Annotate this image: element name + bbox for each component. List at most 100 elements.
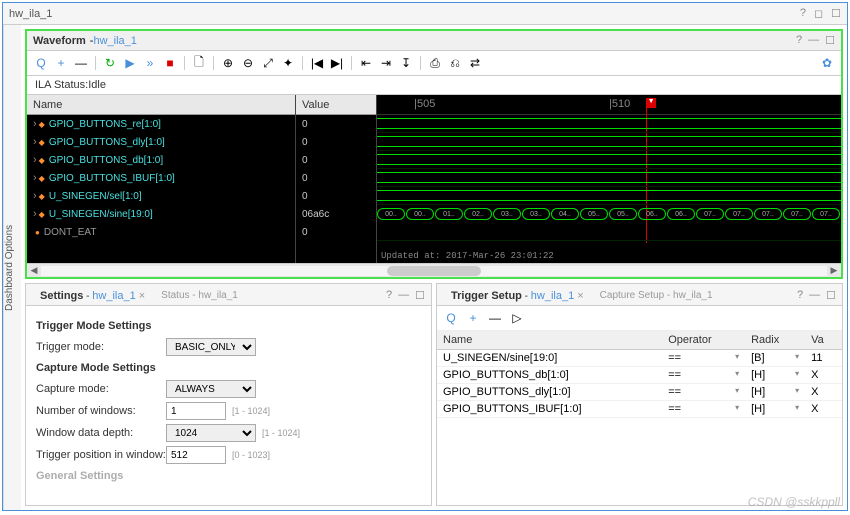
run-all-icon[interactable]: » (142, 55, 158, 71)
trigger-row[interactable]: GPIO_BUTTONS_db[1:0]==▾[H]▾X (437, 367, 842, 384)
signal-row[interactable]: ›◆U_SINEGEN/sel[1:0] (27, 187, 295, 205)
marker2-icon[interactable]: ⎌ (447, 55, 463, 71)
trigger-marker[interactable]: ▼ (646, 98, 656, 108)
help-icon[interactable]: ? (386, 289, 392, 302)
wave-row (377, 169, 841, 187)
minimize-icon[interactable]: — (398, 289, 409, 302)
waveform-subtitle: hw_ila_1 (93, 35, 136, 47)
trigger-row[interactable]: U_SINEGEN/sine[19:0]==▾[B]▾11 (437, 350, 842, 367)
depth-label: Window data depth: (36, 427, 166, 439)
marker-icon[interactable]: ⎙ (427, 55, 443, 71)
name-column-header: Name (27, 95, 295, 115)
signal-row[interactable]: ●DONT_EAT (27, 223, 295, 241)
num-windows-hint: [1 - 1024] (232, 406, 270, 416)
scroll-left-icon[interactable]: ◀ (27, 265, 41, 276)
window-titlebar: hw_ila_1 ? ◻ ☐ (3, 3, 847, 25)
ruler-tick: |510 (609, 98, 630, 110)
next-edge-icon[interactable]: ⇥ (378, 55, 394, 71)
tab-trigger-setup[interactable]: Trigger Setup - hw_ila_1× (443, 287, 592, 305)
minimize-icon[interactable]: — (809, 289, 820, 302)
signal-value: 0 (296, 187, 376, 205)
close-icon[interactable]: ☐ (831, 7, 841, 20)
value-column-header: Value (296, 95, 376, 115)
new-window-icon[interactable]: 🗋 (191, 55, 207, 71)
signal-row[interactable]: ›◆GPIO_BUTTONS_IBUF[1:0] (27, 169, 295, 187)
waveform-panel: Waveform - hw_ila_1 ? — ☐ Q + — ↻ ▶ (25, 29, 843, 279)
add-icon[interactable]: + (465, 310, 481, 326)
add-icon[interactable]: + (53, 55, 69, 71)
signal-value: 0 (296, 133, 376, 151)
ila-status: ILA Status:Idle (27, 76, 841, 95)
tab-capture-setup[interactable]: Capture Setup - hw_ila_1 (592, 287, 721, 304)
signal-value: 06a6c (296, 205, 376, 223)
num-windows-input[interactable] (166, 402, 226, 420)
help-icon[interactable]: ? (800, 7, 806, 20)
minimize-icon[interactable]: — (808, 34, 819, 47)
dashboard-options-tab[interactable]: Dashboard Options (3, 25, 21, 510)
waveform-scrollbar[interactable]: ◀ ▶ (27, 263, 841, 277)
zoom-cursor-icon[interactable]: ✦ (280, 55, 296, 71)
trigger-mode-select[interactable]: BASIC_ONLY (166, 338, 256, 356)
wave-row (377, 187, 841, 205)
wave-row (377, 133, 841, 151)
signal-value: 0 (296, 115, 376, 133)
signal-row[interactable]: ›◆U_SINEGEN/sine[19:0] (27, 205, 295, 223)
signal-value: 0 (296, 151, 376, 169)
wave-bus-row: 00..00..01..02..03..03..04..05..05..06..… (377, 205, 841, 223)
col-radix: Radix (745, 331, 805, 350)
swap-icon[interactable]: ⇄ (467, 55, 483, 71)
capture-mode-heading: Capture Mode Settings (36, 362, 421, 374)
remove-icon[interactable]: — (73, 55, 89, 71)
stop-icon[interactable]: ■ (162, 55, 178, 71)
signal-row[interactable]: ›◆GPIO_BUTTONS_re[1:0] (27, 115, 295, 133)
settings-panel: Settings - hw_ila_1× Status - hw_ila_1 ?… (25, 283, 432, 506)
col-value: Va (805, 331, 842, 350)
trigger-row[interactable]: GPIO_BUTTONS_dly[1:0]==▾[H]▾X (437, 384, 842, 401)
restore-icon[interactable]: ◻ (814, 7, 823, 20)
depth-select[interactable]: 1024 (166, 424, 256, 442)
num-windows-label: Number of windows: (36, 405, 166, 417)
wave-row (377, 223, 841, 241)
scroll-right-icon[interactable]: ▶ (827, 265, 841, 276)
waveform-title: Waveform (33, 35, 86, 47)
search-icon[interactable]: Q (443, 310, 459, 326)
remove-icon[interactable]: — (487, 310, 503, 326)
next-transition-icon[interactable]: ↧ (398, 55, 414, 71)
help-icon[interactable]: ? (796, 34, 802, 47)
waveform-view[interactable]: |505 |510 ▼ 00..00..01..02..03..03..04..… (377, 95, 841, 263)
help-icon[interactable]: ? (797, 289, 803, 302)
refresh-icon[interactable]: ↻ (102, 55, 118, 71)
signal-row[interactable]: ›◆GPIO_BUTTONS_db[1:0] (27, 151, 295, 169)
capture-mode-select[interactable]: ALWAYS (166, 380, 256, 398)
wave-row (377, 151, 841, 169)
zoom-out-icon[interactable]: ⊖ (240, 55, 256, 71)
tab-settings[interactable]: Settings - hw_ila_1× (32, 287, 153, 305)
settings-gear-icon[interactable]: ✿ (819, 55, 835, 71)
col-operator: Operator (662, 331, 745, 350)
maximize-icon[interactable]: ☐ (825, 34, 835, 47)
go-first-icon[interactable]: |◀ (309, 55, 325, 71)
general-settings-heading: General Settings (36, 470, 421, 482)
signal-row[interactable]: ›◆GPIO_BUTTONS_dly[1:0] (27, 133, 295, 151)
trigger-setup-panel: Trigger Setup - hw_ila_1× Capture Setup … (436, 283, 843, 506)
trigger-row[interactable]: GPIO_BUTTONS_IBUF[1:0]==▾[H]▾X (437, 401, 842, 418)
go-last-icon[interactable]: ▶| (329, 55, 345, 71)
run-icon[interactable]: ▶ (122, 55, 138, 71)
capture-mode-label: Capture mode: (36, 383, 166, 395)
trig-pos-input[interactable] (166, 446, 226, 464)
search-icon[interactable]: Q (33, 55, 49, 71)
col-name: Name (437, 331, 662, 350)
trigger-mode-label: Trigger mode: (36, 341, 166, 353)
tab-status[interactable]: Status - hw_ila_1 (153, 287, 246, 304)
waveform-toolbar: Q + — ↻ ▶ » ■ 🗋 ⊕ ⊖ ⤢ ✦ |◀ (27, 51, 841, 76)
zoom-in-icon[interactable]: ⊕ (220, 55, 236, 71)
export-icon[interactable]: ▷ (509, 310, 525, 326)
prev-edge-icon[interactable]: ⇤ (358, 55, 374, 71)
trigger-mode-heading: Trigger Mode Settings (36, 320, 421, 332)
maximize-icon[interactable]: ☐ (826, 289, 836, 302)
zoom-fit-icon[interactable]: ⤢ (260, 55, 276, 71)
trig-pos-hint: [0 - 1023] (232, 450, 270, 460)
updated-timestamp: Updated at: 2017-Mar-26 23:01:22 (381, 251, 554, 261)
maximize-icon[interactable]: ☐ (415, 289, 425, 302)
watermark: CSDN @sskkppll (748, 495, 840, 509)
